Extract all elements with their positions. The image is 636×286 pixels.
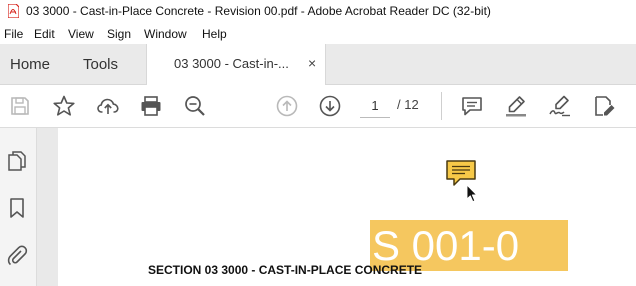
bookmark-star-icon[interactable] [52, 94, 76, 118]
comment-icon[interactable] [460, 94, 484, 118]
menu-window[interactable]: Window [144, 27, 187, 41]
window-title: 03 3000 - Cast-in-Place Concrete - Revis… [26, 4, 491, 18]
highlight-icon[interactable] [504, 94, 528, 118]
section-heading: SECTION 03 3000 - CAST-IN-PLACE CONCRETE [148, 263, 423, 277]
page-up-icon[interactable] [275, 94, 299, 118]
tab-document[interactable]: 03 3000 - Cast-in-... × [146, 44, 326, 85]
page-number-input[interactable] [360, 93, 390, 118]
zoom-icon[interactable] [183, 94, 207, 118]
tab-document-label: 03 3000 - Cast-in-... [174, 56, 289, 71]
bookmarks-icon[interactable] [7, 197, 27, 219]
close-tab-icon[interactable]: × [308, 55, 316, 71]
menu-edit[interactable]: Edit [34, 27, 55, 41]
page-count: / 12 [397, 97, 419, 112]
edit-pdf-icon[interactable] [592, 94, 616, 118]
attachments-icon[interactable] [6, 244, 28, 266]
tab-home[interactable]: Home [10, 56, 50, 73]
page-down-icon[interactable] [318, 94, 342, 118]
pdf-file-icon [8, 4, 19, 18]
menu-bar: File Edit View Sign Window Help [0, 24, 636, 44]
pages-icon[interactable] [6, 150, 28, 172]
menu-sign[interactable]: Sign [107, 27, 131, 41]
navigation-pane [0, 128, 36, 286]
print-icon[interactable] [139, 94, 163, 118]
menu-file[interactable]: File [4, 27, 23, 41]
menu-help[interactable]: Help [202, 27, 227, 41]
cloud-upload-icon[interactable] [96, 94, 120, 118]
sign-icon[interactable] [548, 94, 572, 118]
save-icon[interactable] [8, 94, 32, 118]
toolbar-divider [441, 92, 442, 120]
title-bar: 03 3000 - Cast-in-Place Concrete - Revis… [0, 0, 636, 24]
toolbar: / 12 [0, 85, 636, 128]
sticky-note-icon[interactable] [445, 159, 477, 187]
menu-view[interactable]: View [68, 27, 94, 41]
tab-tools[interactable]: Tools [83, 56, 118, 73]
mouse-pointer-icon [466, 184, 478, 203]
tab-bar: Home Tools 03 3000 - Cast-in-... × [0, 44, 636, 85]
document-gutter [37, 128, 58, 286]
